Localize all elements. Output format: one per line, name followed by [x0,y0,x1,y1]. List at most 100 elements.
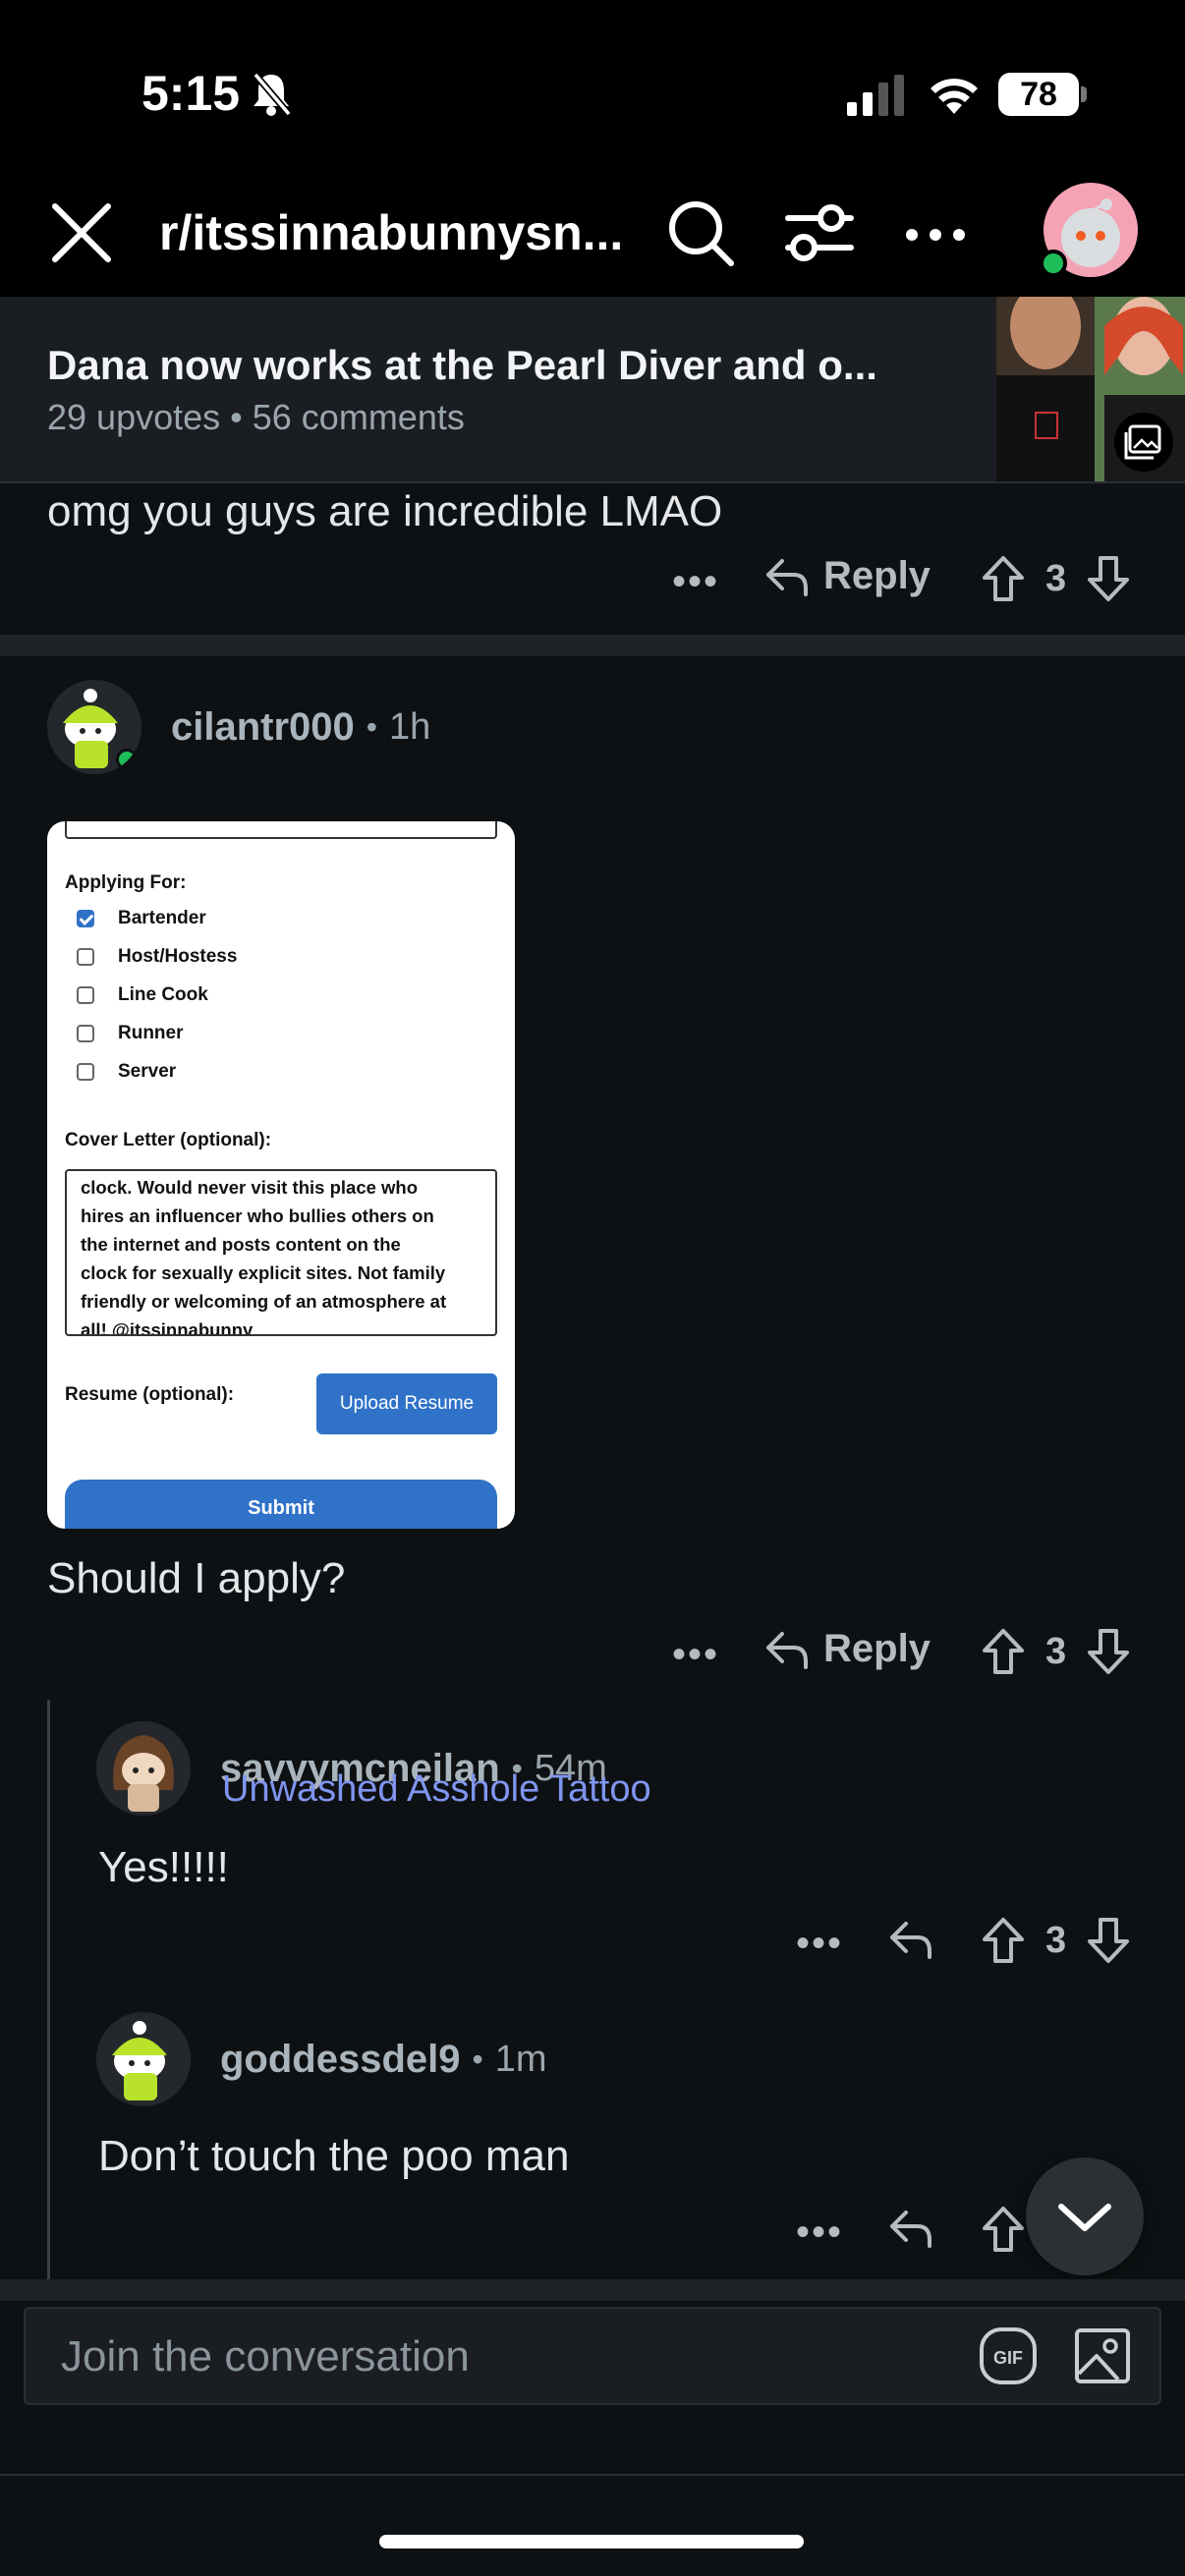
form-option: Host/Hostess [77,946,237,968]
cover-line: the internet and posts content on the [81,1234,401,1255]
more-icon[interactable]: ••• [672,560,719,604]
comment-time: 1m [494,2038,547,2080]
meta-dot: • [230,397,253,437]
checkbox [77,948,94,966]
comment-count: 56 comments [252,397,465,437]
downvote-icon[interactable] [1086,1916,1131,1965]
avatar[interactable] [96,1721,191,1816]
gif-icon[interactable]: GIF [979,2326,1038,2385]
reply-label: Reply [823,554,931,597]
checkbox-checked [77,910,94,927]
more-icon[interactable]: ••• [796,1922,843,1966]
comment-text: Should I apply? [47,1554,346,1602]
comment-text: omg you guys are incredible LMAO [47,487,723,535]
vote-count: 3 [1045,1630,1067,1672]
comment-actions: ••• Reply 3 [672,1627,1144,1686]
avatar[interactable] [47,680,141,774]
form-field-top [65,821,497,839]
reply-button[interactable]: Reply [764,1627,931,1671]
reply-icon [766,1631,808,1669]
checkbox [77,986,94,1004]
option-label: Bartender [118,908,206,928]
cover-line: hires an influencer who bullies others o… [81,1205,434,1226]
reply-button[interactable]: Reply [764,554,931,598]
cover-line: all! @itssinnabunny [81,1319,254,1336]
more-options-icon[interactable] [904,200,967,269]
snoo-beanie-avatar-icon [96,2012,191,2106]
meta-dot: • [366,708,377,745]
reply-icon[interactable] [888,2207,933,2250]
snoo-brown-hair-avatar-icon [96,1721,191,1816]
reply-icon[interactable] [888,1918,933,1961]
comment-author-row: cilantr000 • 1h [47,680,430,774]
post-header[interactable]: Dana now works at the Pearl Diver and o.… [0,297,1185,483]
subreddit-title[interactable]: r/itssinnabunnysn... [159,204,623,261]
upvote-icon[interactable] [981,1627,1026,1676]
comment-actions: ••• Reply 3 [672,554,1144,613]
status-bar: 5:15 78 [0,0,1185,177]
bell-muted-icon [253,72,292,116]
vote-controls: 3 [981,1916,1131,1965]
online-dot [116,749,138,770]
resume-label: Resume (optional): [65,1384,235,1405]
reply-text: Yes!!!!! [98,1843,229,1891]
reply-author-row: goddessdel9 • 1m [96,2012,547,2106]
search-icon[interactable] [666,198,737,269]
wifi-icon [931,79,978,114]
downvote-icon[interactable] [1086,554,1131,603]
submit-button: Submit [65,1480,497,1529]
upvote-icon[interactable] [981,1916,1026,1965]
vote-count: 3 [1045,1919,1067,1961]
form-option: Server [77,1061,176,1083]
comment-composer: Join the conversation GIF [24,2307,1161,2499]
option-label: Runner [118,1023,184,1043]
cover-line: friendly or welcoming of an atmosphere a… [81,1291,447,1312]
post-meta: 29 upvotes • 56 comments [47,397,465,438]
avatar[interactable] [96,2012,191,2106]
downvote-icon[interactable] [1086,1627,1131,1676]
option-label: Host/Hostess [118,946,238,967]
cover-letter-box: clock. Would never visit this place who … [65,1169,497,1336]
vote-controls: 3 [981,1627,1131,1676]
status-time: 5:15 [141,66,241,121]
close-icon[interactable] [47,198,116,267]
image-upload-icon[interactable] [1073,2326,1132,2385]
separator [0,2279,1185,2301]
username[interactable]: goddessdel9 [220,2038,461,2082]
reply-text: Don’t touch the poo man [98,2132,570,2180]
divider [0,2474,1185,2476]
gallery-badge [1114,413,1173,472]
meta-dot: • [472,2041,483,2077]
more-icon[interactable]: ••• [796,2211,843,2255]
checkbox [77,1025,94,1042]
upvote-count: 29 upvotes [47,397,221,437]
post-title[interactable]: Dana now works at the Pearl Diver and o.… [47,342,961,389]
upvote-icon[interactable] [981,554,1026,603]
chevron-down-icon [1058,2204,1111,2231]
vote-count: 3 [1045,557,1067,599]
option-label: Server [118,1061,177,1082]
previous-comment: omg you guys are incredible LMAO ••• Rep… [0,483,1185,635]
thread-line[interactable] [47,1700,50,2279]
composer-placeholder: Join the conversation [61,2332,470,2380]
comment-image[interactable]: Applying For: Bartender Host/Hostess Lin… [47,821,515,1529]
gif-label: GIF [993,2348,1023,2368]
more-icon[interactable]: ••• [672,1633,719,1677]
username[interactable]: cilantr000 [171,705,355,750]
cover-letter-label: Cover Letter (optional): [65,1130,272,1150]
form-option: Line Cook [77,984,208,1006]
battery-tip [1081,86,1087,102]
reply-actions: ••• 3 [796,1916,1150,1975]
jump-to-next-button[interactable] [1026,2157,1144,2275]
upload-resume-button: Upload Resume [316,1373,497,1434]
cover-line: clock. Would never visit this place who [81,1177,419,1198]
upvote-icon[interactable] [981,2205,1026,2254]
signal-icon [847,75,904,116]
form-option: Bartender [77,908,206,929]
gallery-icon [1124,424,1161,460]
filter-icon[interactable] [784,200,855,269]
vote-controls: 3 [981,554,1131,603]
option-label: Line Cook [118,984,208,1005]
separator [0,635,1185,656]
battery-level: 78 [998,73,1079,116]
